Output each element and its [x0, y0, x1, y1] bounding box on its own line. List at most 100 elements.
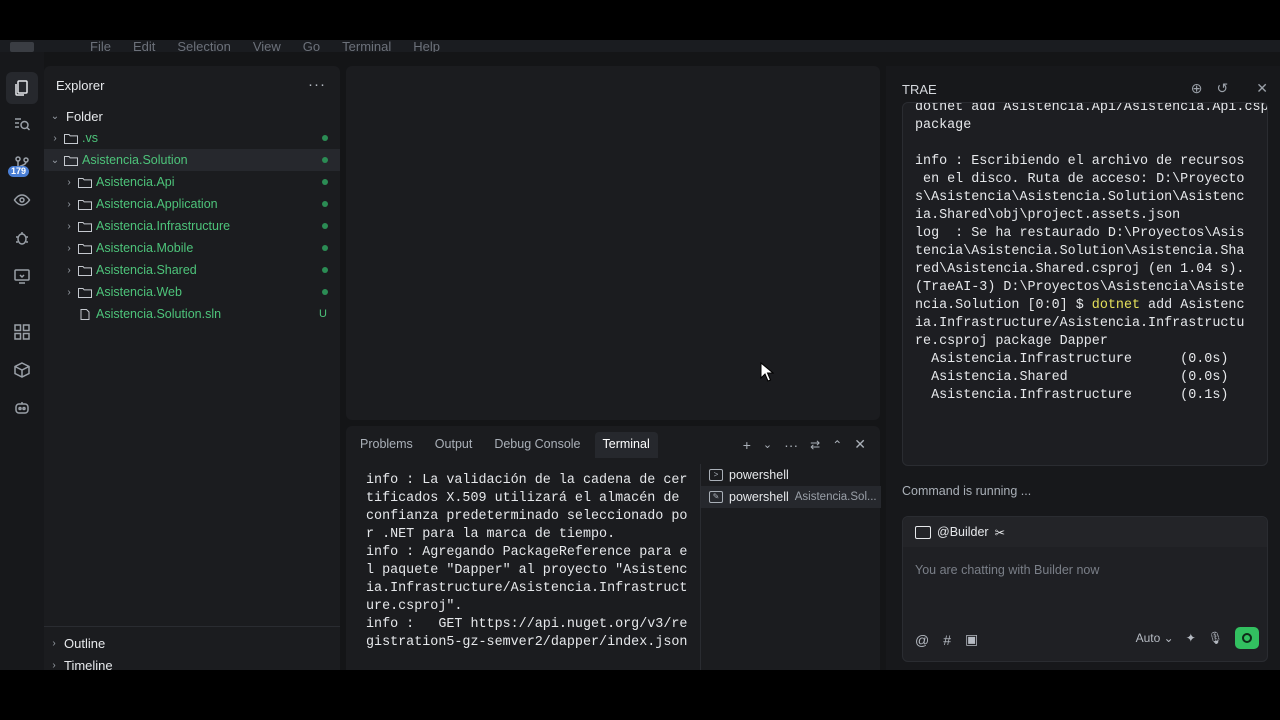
builder-icon — [915, 525, 931, 539]
search-icon[interactable] — [6, 108, 38, 140]
menu-item[interactable]: Edit — [133, 40, 155, 52]
close-icon[interactable]: ✕ — [1256, 80, 1268, 97]
tab-terminal[interactable]: Terminal — [594, 432, 658, 458]
tree-item-asistencia-api[interactable]: › Asistencia.Api — [44, 171, 340, 193]
chevron-right-icon: › — [67, 264, 71, 276]
more-icon[interactable]: ··· — [784, 437, 798, 453]
tree-item-asistencia-shared[interactable]: › Asistencia.Shared — [44, 259, 340, 281]
tree-item-asistencia-infrastructure[interactable]: › Asistencia.Infrastructure — [44, 215, 340, 237]
chat-attach-actions: @ # ▣ — [915, 631, 978, 648]
app-window: 179 Explorer ··· ⌄ Folder › .vs ⌄ Asiste… — [0, 52, 1280, 673]
menu-bar: File Edit Selection View Go Terminal Help — [0, 40, 1280, 52]
chevron-right-icon: › — [52, 659, 56, 671]
chevron-down-icon[interactable]: ⌄ — [763, 438, 772, 451]
folder-icon — [78, 221, 92, 232]
git-status-dot — [322, 267, 328, 273]
tree-item-asistencia-mobile[interactable]: › Asistencia.Mobile — [44, 237, 340, 259]
extensions-icon[interactable] — [6, 316, 38, 348]
chevron-right-icon: › — [67, 220, 71, 232]
tree-item-label: Asistencia.Solution.sln — [96, 307, 222, 321]
explorer-icon[interactable] — [6, 72, 38, 104]
menu-items: File Edit Selection View Go Terminal Help — [90, 40, 440, 52]
tree-item-label: Asistencia.Api — [96, 175, 175, 189]
terminal-cwd: Asistencia.Sol... — [794, 491, 877, 503]
agent-name: @Builder — [937, 525, 989, 539]
explorer-title: Explorer — [56, 78, 105, 93]
outline-section[interactable]: › Outline — [44, 632, 340, 654]
chevron-down-icon: ⌄ — [50, 110, 60, 122]
remote-explorer-icon[interactable] — [6, 260, 38, 292]
hash-icon[interactable]: # — [943, 632, 951, 648]
terminal-icon: > — [709, 469, 723, 481]
folder-icon — [78, 177, 92, 188]
tab-debug-console[interactable]: Debug Console — [486, 432, 588, 458]
debug-bug-icon[interactable] — [6, 222, 38, 254]
menu-item[interactable]: View — [253, 40, 281, 52]
terminal-instance[interactable]: > powershell — [701, 464, 881, 486]
tree-item-label: Asistencia.Mobile — [96, 241, 194, 255]
tab-problems[interactable]: Problems — [352, 432, 421, 458]
chevron-down-icon: ⌄ — [50, 154, 60, 166]
chat-send-actions: Auto ⌄ ✦ 🎙 — [1136, 627, 1259, 649]
menu-item[interactable]: Selection — [177, 40, 230, 52]
new-chat-icon[interactable]: ⊕ — [1191, 80, 1203, 97]
command-output-text: dotnet add Asistencia.Api/Asistencia.Api… — [915, 102, 1268, 403]
git-status-dot — [322, 135, 328, 141]
panel-settings-icon[interactable]: ⇄ — [810, 438, 820, 452]
box-package-icon[interactable] — [6, 354, 38, 386]
image-icon[interactable]: ▣ — [965, 631, 978, 648]
robot-agent-icon[interactable] — [6, 392, 38, 424]
mention-icon[interactable]: @ — [915, 632, 929, 648]
editor-area[interactable] — [346, 66, 880, 420]
terminal-name: powershell — [729, 490, 789, 504]
new-terminal-plus-icon[interactable]: + — [743, 437, 751, 453]
menu-item[interactable]: Help — [413, 40, 440, 52]
close-panel-icon[interactable]: ✕ — [854, 436, 866, 453]
chat-input[interactable]: You are chatting with Builder now — [915, 563, 1099, 577]
chevron-right-icon: › — [67, 176, 71, 188]
source-control-icon[interactable]: 179 — [6, 148, 38, 180]
tree-item-label: Asistencia.Application — [96, 197, 218, 211]
sparkle-icon[interactable]: ✦ — [1186, 631, 1196, 645]
terminal-list: > powershell ✎ powershell Asistencia.Sol… — [700, 464, 881, 670]
terminal-instance[interactable]: ✎ powershell Asistencia.Sol... — [701, 486, 881, 508]
tree-item-asistencia-application[interactable]: › Asistencia.Application — [44, 193, 340, 215]
timeline-label: Timeline — [64, 657, 113, 673]
microphone-icon[interactable]: 🎙 — [1208, 631, 1223, 645]
folder-icon — [78, 287, 92, 298]
preview-eye-icon[interactable] — [6, 184, 38, 216]
history-icon[interactable]: ↺ — [1217, 80, 1229, 97]
folder-root[interactable]: ⌄ Folder — [44, 105, 340, 127]
command-output-box[interactable]: dotnet add Asistencia.Api/Asistencia.Api… — [902, 102, 1268, 466]
file-icon — [80, 308, 90, 320]
tree-item-asistencia-web[interactable]: › Asistencia.Web — [44, 281, 340, 303]
model-select[interactable]: Auto ⌄ — [1136, 631, 1174, 645]
menu-item[interactable]: Go — [303, 40, 320, 52]
panel-tabs: Problems Output Debug Console Terminal — [346, 432, 658, 458]
maximize-panel-icon[interactable]: ⌃ — [832, 438, 842, 452]
divider — [44, 626, 340, 627]
chevron-right-icon: › — [67, 198, 71, 210]
tree-item-vs[interactable]: › .vs — [44, 127, 340, 149]
tree-item-label: Asistencia.Solution — [82, 153, 188, 167]
tree-item-asistencia-solution[interactable]: ⌄ Asistencia.Solution — [44, 149, 340, 171]
stop-running-button[interactable] — [1235, 627, 1259, 649]
git-status-dot — [322, 179, 328, 185]
explorer-more-icon[interactable]: ··· — [308, 76, 326, 93]
terminal-output[interactable]: info : La validación de la cadena de cer… — [366, 472, 696, 652]
terminal-task-icon: ✎ — [709, 491, 723, 503]
tree-item-label: Asistencia.Web — [96, 285, 182, 299]
git-status-untracked: U — [319, 308, 327, 320]
app-icon — [10, 42, 34, 52]
tab-output[interactable]: Output — [427, 432, 481, 458]
tools-icon[interactable]: ✂ — [995, 525, 1005, 540]
tree-item-solution-file[interactable]: Asistencia.Solution.sln U — [44, 303, 340, 325]
timeline-section[interactable]: › Timeline — [44, 654, 340, 676]
tree-item-label: Asistencia.Shared — [96, 263, 197, 277]
explorer-sidebar: Explorer ··· ⌄ Folder › .vs ⌄ Asistencia… — [44, 66, 340, 673]
chevron-right-icon: › — [67, 286, 71, 298]
menu-item[interactable]: Terminal — [342, 40, 391, 52]
menu-item[interactable]: File — [90, 40, 111, 52]
panel-toolbar: + ⌄ ··· ⇄ ⌃ ✕ — [743, 436, 866, 453]
tree-item-label: .vs — [82, 131, 98, 145]
